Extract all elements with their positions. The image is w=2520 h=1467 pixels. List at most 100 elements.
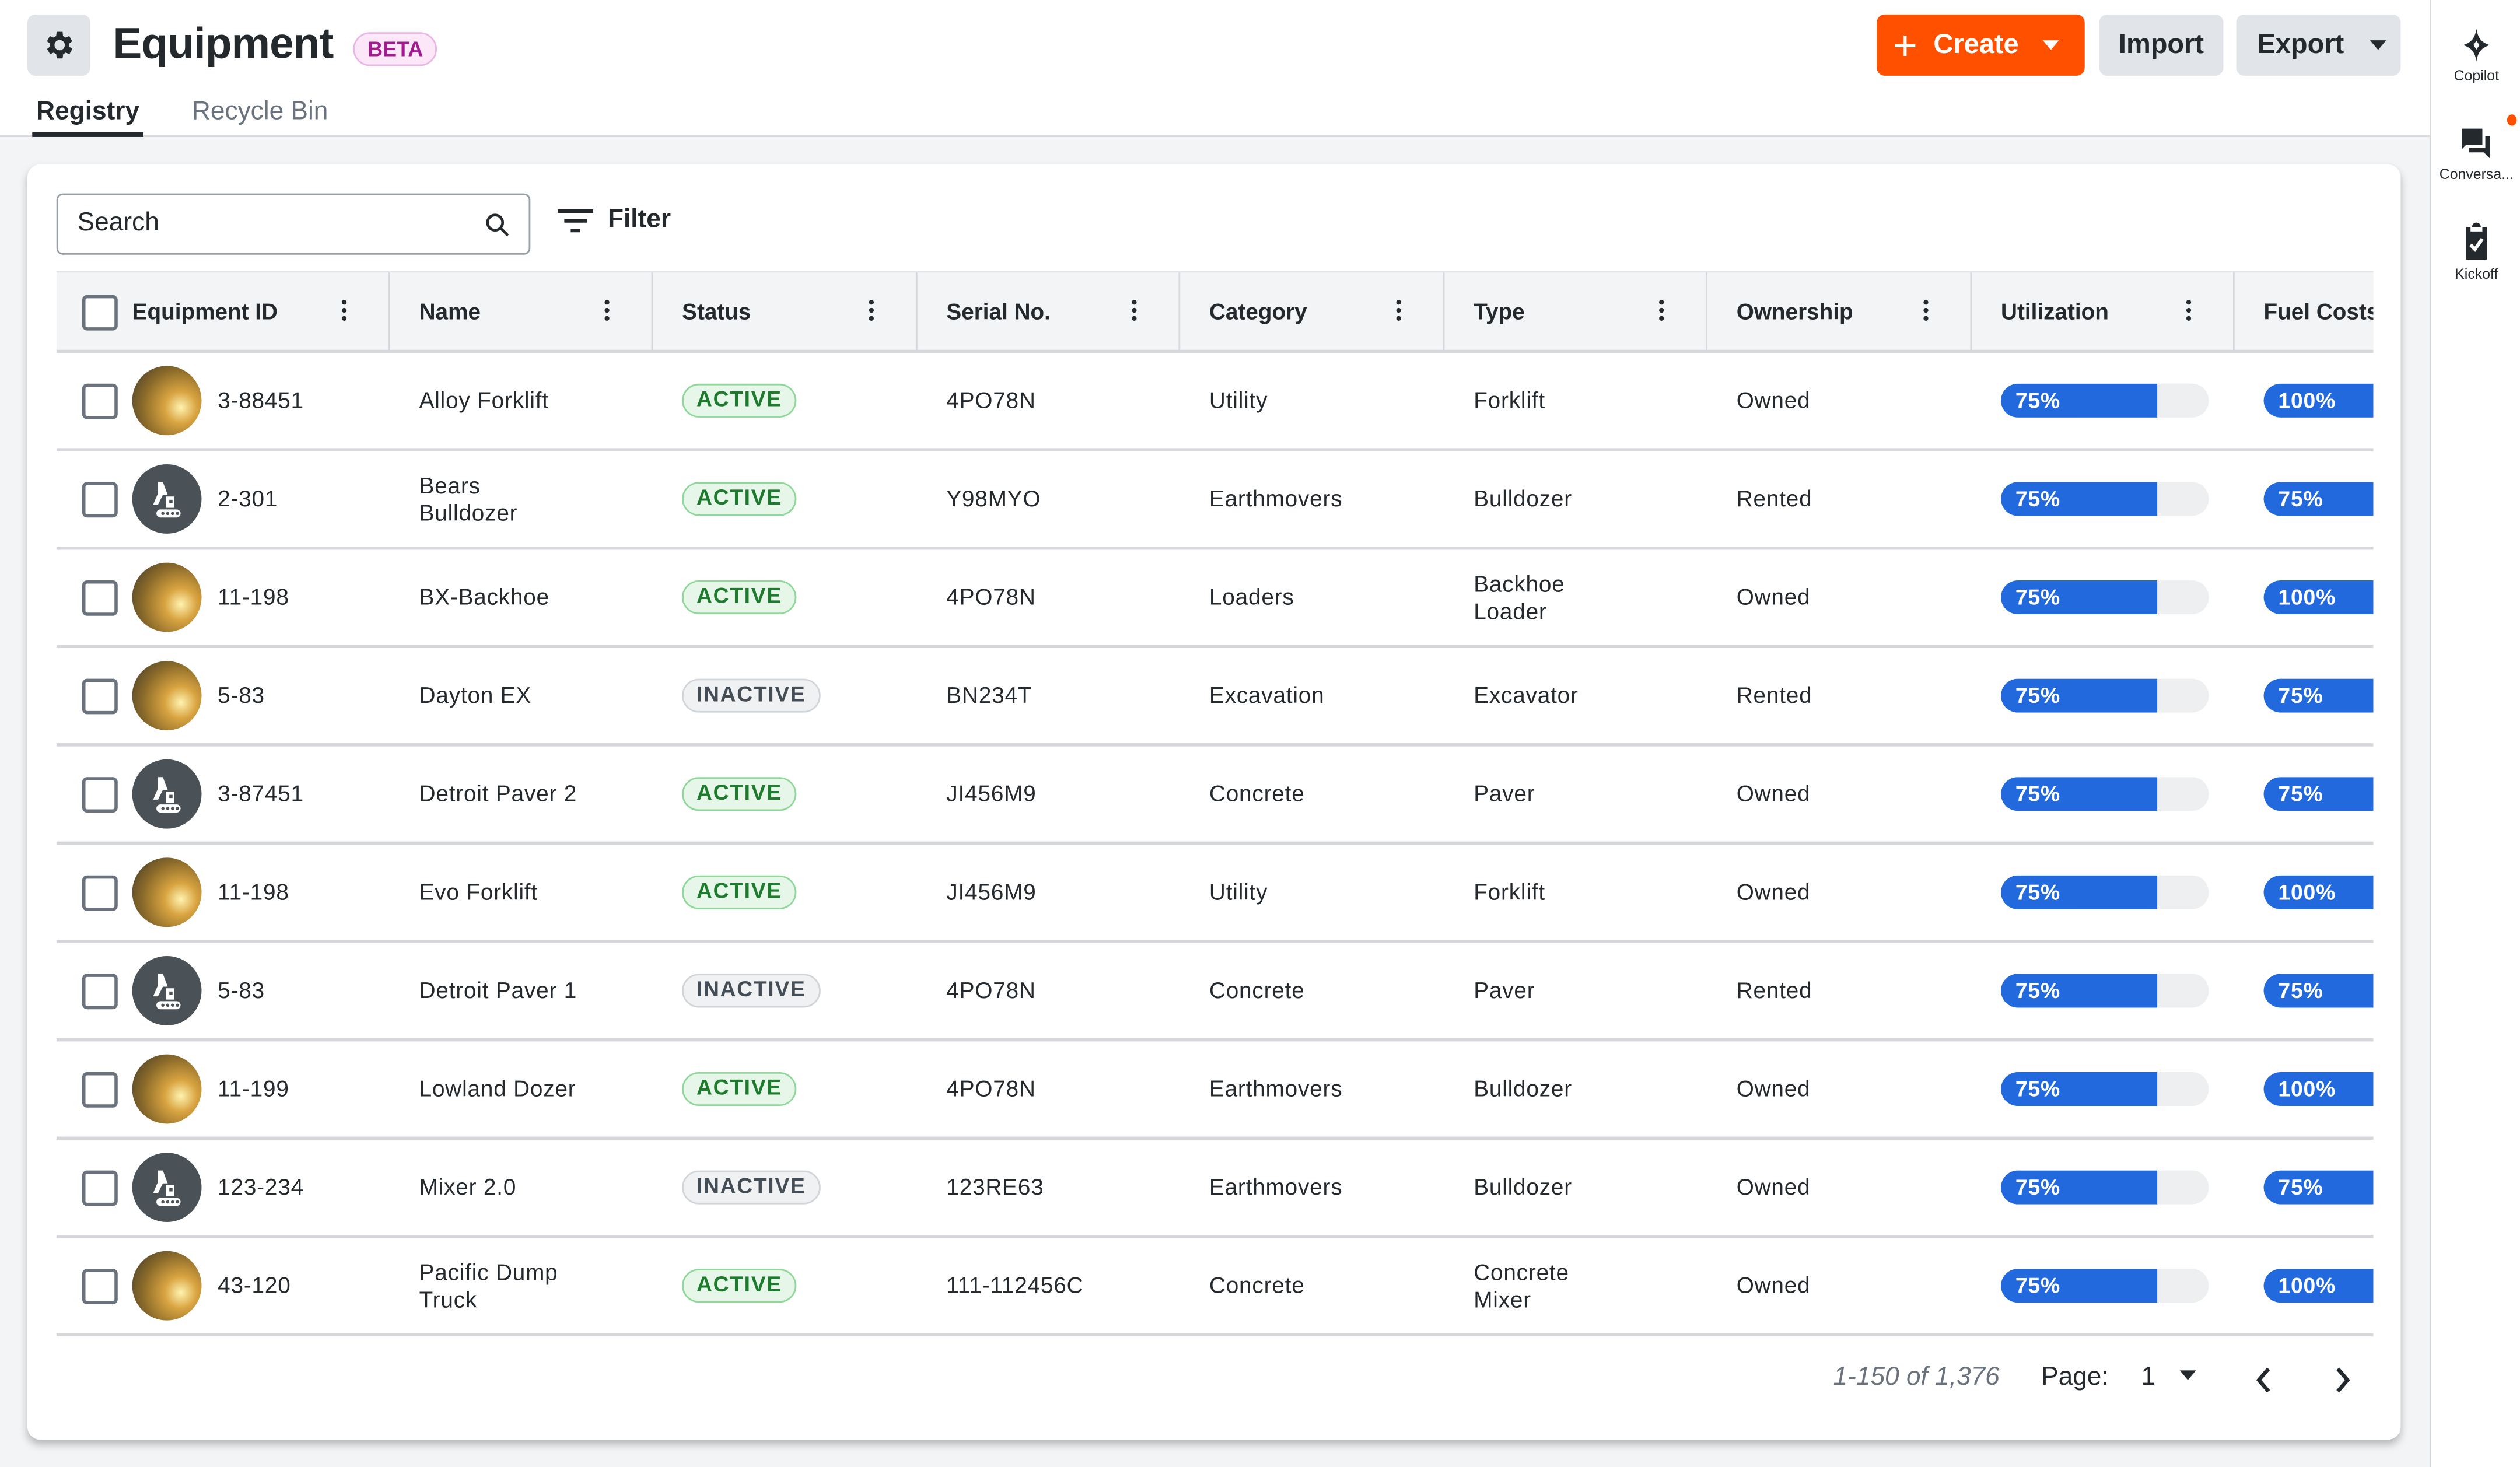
fuel-cost-fill: 100% [2263, 580, 2374, 615]
export-button[interactable]: Export [2236, 14, 2401, 76]
create-button[interactable]: + Create [1877, 14, 2085, 76]
table-row[interactable]: 11-198 Evo Forklift ACTIVE JI456M9 Utility Fo… [56, 845, 2374, 943]
column-header-label: Category [1209, 298, 1307, 324]
fuel-cost-bar: 100% [2263, 1072, 2374, 1107]
table-row[interactable]: 3-87451 Detroit Paver 2 ACTIVE JI456M9 Concr… [56, 747, 2374, 845]
column-header-label: Utilization [2001, 298, 2109, 324]
page-select[interactable]: 1 [2141, 1364, 2206, 1393]
tab-recycle-bin[interactable]: Recycle Bin [192, 99, 328, 128]
row-checkbox[interactable] [82, 1170, 118, 1206]
equipment-id[interactable]: 3-88451 [218, 387, 304, 414]
equipment-id[interactable]: 11-199 [218, 1076, 289, 1103]
create-dropdown-caret-icon[interactable] [2043, 40, 2059, 50]
fuel-cost-fill: 75% [2263, 777, 2374, 811]
column-header-ownership[interactable]: Ownership [1707, 272, 1972, 352]
utilization-fill: 75% [2001, 1170, 2157, 1205]
category: Utility [1209, 387, 1268, 413]
ownership: Owned [1736, 387, 1811, 413]
table-row[interactable]: 3-88451 Alloy Forklift ACTIVE 4PO78N Utility… [56, 353, 2374, 451]
search-input[interactable]: Search [56, 193, 531, 255]
sidebar-label: Copilot [2454, 68, 2500, 84]
column-header-serial[interactable]: Serial No. [918, 272, 1181, 352]
equipment-name: Detroit Paver 2 [419, 780, 578, 806]
row-checkbox[interactable] [82, 1071, 118, 1107]
previous-page-icon[interactable] [2256, 1367, 2272, 1393]
page-title: Equipment [113, 19, 334, 68]
table-row[interactable]: 5-83 Detroit Paver 1 INACTIVE 4PO78N Concret… [56, 943, 2374, 1042]
status-badge: INACTIVE [682, 678, 821, 713]
equipment-id[interactable]: 43-120 [218, 1272, 290, 1300]
tab-registry[interactable]: Registry [32, 99, 144, 137]
row-checkbox[interactable] [82, 579, 118, 615]
filter-icon [558, 209, 594, 233]
sidebar-item-kickoff[interactable]: Kickoff [2431, 222, 2520, 282]
utilization-fill: 75% [2001, 875, 2157, 909]
status-badge: ACTIVE [682, 1072, 797, 1107]
type: Forklift [1474, 878, 1545, 905]
table-row[interactable]: 11-198 BX-Backhoe ACTIVE 4PO78N Loaders Backh… [56, 549, 2374, 649]
row-checkbox[interactable] [82, 973, 118, 1009]
import-button[interactable]: Import [2099, 14, 2224, 76]
table-row[interactable]: 43-120 Pacific Dump Truck ACTIVE 111-112456… [56, 1238, 2374, 1337]
ownership: Owned [1736, 878, 1811, 905]
equipment-id[interactable]: 3-87451 [218, 780, 304, 808]
column-menu-icon[interactable] [2186, 300, 2192, 324]
column-header-type[interactable]: Type [1444, 272, 1707, 352]
equipment-photo [132, 857, 202, 927]
row-checkbox[interactable] [82, 678, 118, 714]
sidebar-item-copilot[interactable]: Copilot [2431, 27, 2520, 84]
equipment-name: Bears Bulldozer [419, 471, 518, 525]
column-header-label: Type [1474, 298, 1525, 324]
column-header-utilization[interactable]: Utilization [1972, 272, 2235, 352]
row-checkbox[interactable] [82, 874, 118, 911]
filter-button[interactable]: Filter [558, 206, 671, 236]
row-checkbox[interactable] [82, 1268, 118, 1304]
table-row[interactable]: 123-234 Mixer 2.0 INACTIVE 123RE63 Earthmove… [56, 1140, 2374, 1238]
right-sidebar: Copilot Conversa... Kickoff [2430, 0, 2520, 1467]
utilization-bar: 75% [2001, 777, 2209, 811]
column-menu-icon[interactable] [1396, 300, 1401, 324]
equipment-id[interactable]: 123-234 [218, 1174, 304, 1201]
table-row[interactable]: 5-83 Dayton EX INACTIVE BN234T Excavation Exc… [56, 648, 2374, 747]
select-all-checkbox[interactable] [82, 295, 118, 331]
column-menu-icon[interactable] [1923, 300, 1929, 324]
table-header-row: Equipment ID Name Status Serial No. Category… [56, 271, 2374, 353]
serial-number: 4PO78N [946, 583, 1036, 610]
row-checkbox[interactable] [82, 776, 118, 812]
equipment-table: Equipment ID Name Status Serial No. Category… [56, 271, 2374, 1337]
equipment-id[interactable]: 2-301 [218, 485, 278, 513]
next-page-icon[interactable] [2334, 1367, 2351, 1393]
column-menu-icon[interactable] [1659, 300, 1664, 324]
fuel-cost-fill: 75% [2263, 482, 2374, 516]
equipment-name: Detroit Paver 1 [419, 976, 578, 1003]
row-checkbox[interactable] [82, 481, 118, 517]
column-header-id[interactable]: Equipment ID [57, 272, 390, 352]
column-menu-icon[interactable] [869, 300, 874, 324]
serial-number: BN234T [946, 682, 1032, 708]
search-icon[interactable] [485, 213, 509, 237]
column-menu-icon[interactable] [604, 300, 610, 324]
table-row[interactable]: 11-199 Lowland Dozer ACTIVE 4PO78N Earthmove… [56, 1041, 2374, 1140]
equipment-id[interactable]: 11-198 [218, 878, 289, 906]
column-menu-icon[interactable] [341, 300, 347, 324]
table-row[interactable]: 2-301 Bears Bulldozer ACTIVE Y98MYO Earthmov… [56, 451, 2374, 550]
column-header-label: Serial No. [946, 298, 1051, 324]
equipment-id[interactable]: 11-198 [218, 584, 289, 611]
fuel-cost-fill: 100% [2263, 383, 2374, 418]
category: Earthmovers [1209, 485, 1343, 512]
equipment-id[interactable]: 5-83 [218, 977, 265, 1004]
column-header-fuel[interactable]: Fuel Costs [2235, 272, 2374, 351]
equipment-id[interactable]: 5-83 [218, 682, 265, 709]
sidebar-item-conversations[interactable]: Conversa... [2431, 126, 2520, 182]
utilization-fill: 75% [2001, 1269, 2157, 1303]
row-checkbox[interactable] [82, 383, 118, 419]
serial-number: JI456M9 [946, 878, 1037, 905]
notification-dot [2507, 114, 2517, 126]
column-header-category[interactable]: Category [1180, 272, 1445, 352]
ownership: Rented [1736, 682, 1812, 708]
equipment-photo [132, 661, 202, 731]
column-header-name[interactable]: Name [390, 272, 653, 352]
utilization-fill: 75% [2001, 580, 2157, 615]
column-menu-icon[interactable] [1132, 300, 1137, 324]
column-header-status[interactable]: Status [653, 272, 918, 352]
